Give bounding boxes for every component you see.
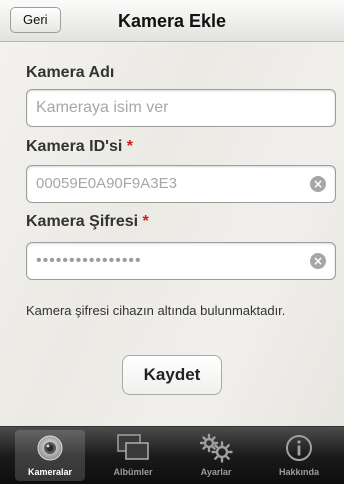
tab-label: Hakkında [278, 467, 320, 477]
camera-name-field[interactable]: Kameraya isim ver [26, 89, 336, 127]
camera-lens-icon [37, 435, 63, 461]
camera-id-label-text: Kamera ID'si [26, 138, 123, 155]
camera-password-label: Kamera Şifresi * [26, 213, 149, 231]
gears-icon [199, 433, 233, 463]
form-area: Kamera Adı Kameraya isim ver Kamera ID's… [0, 42, 344, 426]
albums-icon [117, 434, 149, 460]
navigation-bar: Geri Kamera Ekle [0, 0, 344, 42]
camera-name-label-text: Kamera Adı [26, 64, 115, 81]
camera-password-value: •••••••••••••••• [36, 252, 142, 269]
camera-password-label-text: Kamera Şifresi [26, 213, 139, 230]
required-mark: * [126, 138, 133, 155]
tab-cameras[interactable]: Kameralar [15, 430, 85, 481]
clear-icon[interactable]: × [310, 253, 326, 269]
info-icon [286, 435, 312, 461]
required-mark: * [142, 213, 149, 230]
camera-id-field[interactable]: 00059E0A90F9A3E3 × [26, 165, 336, 203]
camera-id-value: 00059E0A90F9A3E3 [36, 175, 177, 192]
clear-icon[interactable]: × [310, 176, 326, 192]
camera-password-field[interactable]: •••••••••••••••• × [26, 242, 336, 280]
camera-name-label: Kamera Adı [26, 64, 114, 82]
tab-settings[interactable]: Ayarlar [181, 430, 251, 481]
camera-name-placeholder: Kameraya isim ver [36, 99, 169, 116]
tab-label: Kameralar [27, 467, 73, 477]
tab-albums[interactable]: Albümler [98, 430, 168, 481]
password-hint: Kamera şifresi cihazın altında bulunmakt… [26, 303, 286, 318]
tab-label: Albümler [113, 467, 153, 477]
page-title: Kamera Ekle [117, 11, 227, 31]
save-button[interactable]: Kaydet [122, 355, 222, 395]
camera-id-label: Kamera ID'si * [26, 138, 133, 156]
tab-about[interactable]: Hakkında [264, 430, 334, 481]
tab-label: Ayarlar [200, 467, 232, 477]
tab-bar: Kameralar Albümler Ayarlar Hakkında [0, 426, 344, 484]
